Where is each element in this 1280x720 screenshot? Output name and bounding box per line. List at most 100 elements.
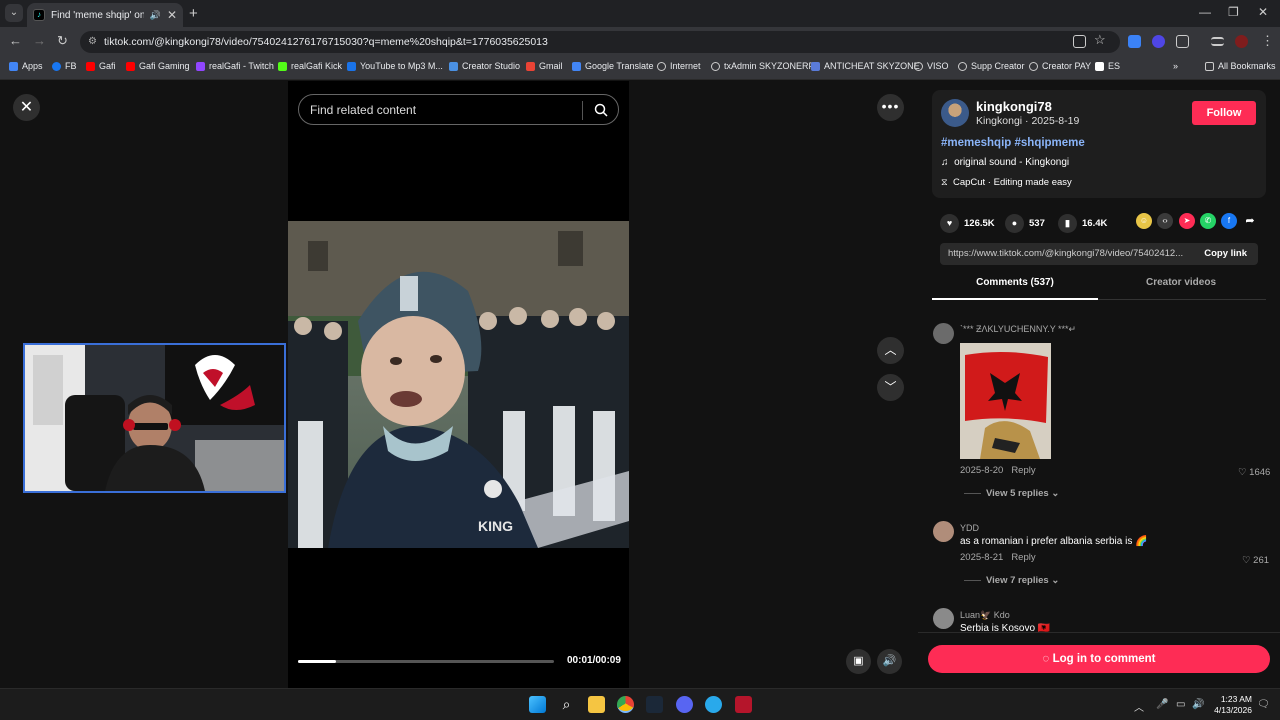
sound-link[interactable]: ♫ original sound - Kingkongi [941,157,1069,168]
login-to-comment-button[interactable]: ◌ Log in to comment [928,645,1270,673]
apps-grid-icon [9,61,18,71]
bookmark-item[interactable]: Google Translate [572,61,654,71]
share-arrow-icon[interactable]: ➦ [1242,213,1258,229]
bookmark-item[interactable]: VISO [914,61,949,71]
notifications-icon[interactable]: 🗨 [1257,699,1270,710]
search-icon[interactable] [594,103,608,117]
windows-start-icon[interactable] [529,696,546,713]
install-app-icon[interactable] [1073,35,1086,48]
reload-icon[interactable]: ↻ [57,33,68,49]
bookmark-item[interactable]: ANTICHEAT SKYZONE [811,61,920,71]
video-link-url[interactable]: https://www.tiktok.com/@kingkongi78/vide… [948,248,1193,259]
speaker-icon[interactable]: 🔊 [150,10,161,21]
extension-icon[interactable] [1128,35,1141,48]
comment-like[interactable]: ♡ 261 [1242,555,1269,566]
address-bar[interactable]: ⚙ tiktok.com/@kingkongi78/video/75402412… [80,31,1120,53]
forward-icon[interactable]: → [33,33,46,48]
close-video-button[interactable]: ✕ [13,94,40,121]
bookmark-item[interactable]: FB [52,61,77,71]
commenter-avatar[interactable] [933,521,954,542]
bookmark-item[interactable]: Internet [657,61,701,71]
like-button[interactable]: ♥ 126.5K [940,214,995,233]
comment-reply-button[interactable]: Reply [1011,552,1035,563]
bookmark-item[interactable]: YouTube to Mp3 M... [347,61,443,71]
app-icon[interactable] [735,696,752,713]
bookmark-item[interactable]: Gmail [526,61,563,71]
friends-share-icon[interactable]: ☺ [1136,213,1152,229]
author-username[interactable]: kingkongi78 [976,99,1052,114]
bookmark-item[interactable]: Supp Creator [958,61,1025,71]
bookmark-item[interactable]: Apps [9,61,43,71]
bookmark-item[interactable]: Creator PAY [1029,61,1091,71]
extensions-puzzle-icon[interactable] [1176,35,1189,48]
commenter-avatar[interactable] [933,323,954,344]
commenter-name[interactable]: YDD [960,523,979,533]
facebook-share-icon[interactable]: f [1221,213,1237,229]
related-search-bar[interactable]: Find related content [298,94,619,125]
bookmark-item[interactable]: Creator Studio [449,61,520,71]
whatsapp-icon[interactable]: ✆ [1200,213,1216,229]
related-search-input[interactable]: Find related content [310,103,416,117]
next-video-button[interactable]: ﹀ [877,374,904,401]
comment-button[interactable]: ● 537 [1005,214,1045,233]
hashtags[interactable]: #memeshqip #shqipmeme [941,137,1085,149]
comment-like[interactable]: ♡ 1646 [1238,467,1270,478]
copy-link-button[interactable]: Copy link [1204,248,1247,259]
video-progress-bar[interactable] [298,660,554,663]
bookmark-star-icon[interactable]: ☆ [1094,32,1106,48]
embed-code-icon[interactable]: ‹› [1157,213,1173,229]
bookmark-item[interactable]: Gafi Gaming [126,61,190,71]
search-icon[interactable]: ⌕ [558,696,575,713]
tab-comments[interactable]: Comments (537) [932,277,1098,288]
back-icon[interactable]: ← [9,33,22,48]
system-clock[interactable]: 1:23 AM 4/13/2026 [1212,694,1252,716]
steam-icon[interactable] [646,696,663,713]
save-button[interactable]: ▮ 16.4K [1058,214,1107,233]
bookmark-item[interactable]: Gafi [86,61,116,71]
discord-icon[interactable] [676,696,693,713]
author-avatar[interactable] [941,99,969,127]
follow-button[interactable]: Follow [1192,101,1256,125]
bookmark-item[interactable]: realGafi Kick [278,61,342,71]
restore-icon[interactable]: ❐ [1228,5,1239,19]
bookmark-item[interactable]: realGafi - Twitch [196,61,274,71]
commenter-name[interactable]: `*** ƵΛKLYUCHENNY.Y ***↵ [960,324,1076,335]
minimize-icon[interactable]: — [1199,5,1211,19]
tab-search-chevron-icon[interactable]: ⌄ [5,4,23,22]
bookmark-item[interactable]: txAdmin SKYZONERP [711,61,815,71]
all-bookmarks[interactable]: All Bookmarks [1205,61,1276,71]
file-explorer-icon[interactable] [588,696,605,713]
tab-close-icon[interactable]: ✕ [167,8,177,22]
capcut-link[interactable]: ⧖ CapCut · Editing made easy [941,177,1072,188]
profile-avatar[interactable] [1235,35,1248,48]
comment-image[interactable] [960,343,1051,459]
tray-overflow-icon[interactable]: ︿ [1134,699,1144,714]
network-icon[interactable]: ▭ [1176,699,1185,710]
view-replies-button[interactable]: View 5 replies ⌄ [964,488,1059,499]
browser-tab[interactable]: ♪ Find 'meme shqip' on TikTo 🔊 ✕ [27,3,183,27]
extension-icon[interactable] [1152,35,1165,48]
bookmarks-overflow-icon[interactable]: » [1173,61,1178,71]
media-control-icon[interactable] [1211,37,1224,46]
pip-mode-button[interactable]: ▣ [846,649,871,674]
like-count: 126.5K [964,218,995,229]
tab-creator-videos[interactable]: Creator videos [1098,277,1264,288]
more-options-button[interactable]: ••• [877,94,904,121]
new-tab-button[interactable]: + [189,5,198,22]
volume-button[interactable]: 🔊 [877,649,902,674]
chrome-icon[interactable] [617,696,634,713]
comment-reply-button[interactable]: Reply [1011,465,1035,476]
previous-video-button[interactable]: ︿ [877,337,904,364]
commenter-name[interactable]: Luan🦅 Kdo [960,610,1010,621]
browser-menu-icon[interactable]: ⋮ [1261,33,1274,49]
bookmark-item[interactable]: ES [1095,61,1120,71]
commenter-avatar[interactable] [933,608,954,629]
telegram-icon[interactable] [705,696,722,713]
microphone-icon[interactable]: 🎤 [1156,699,1168,710]
send-icon[interactable]: ➤ [1179,213,1195,229]
view-replies-button[interactable]: View 7 replies ⌄ [964,575,1059,586]
window-close-icon[interactable]: ✕ [1258,5,1268,19]
volume-icon[interactable]: 🔊 [1192,699,1204,710]
video-frame[interactable]: KING [288,221,629,548]
site-info-icon[interactable]: ⚙ [88,31,97,53]
